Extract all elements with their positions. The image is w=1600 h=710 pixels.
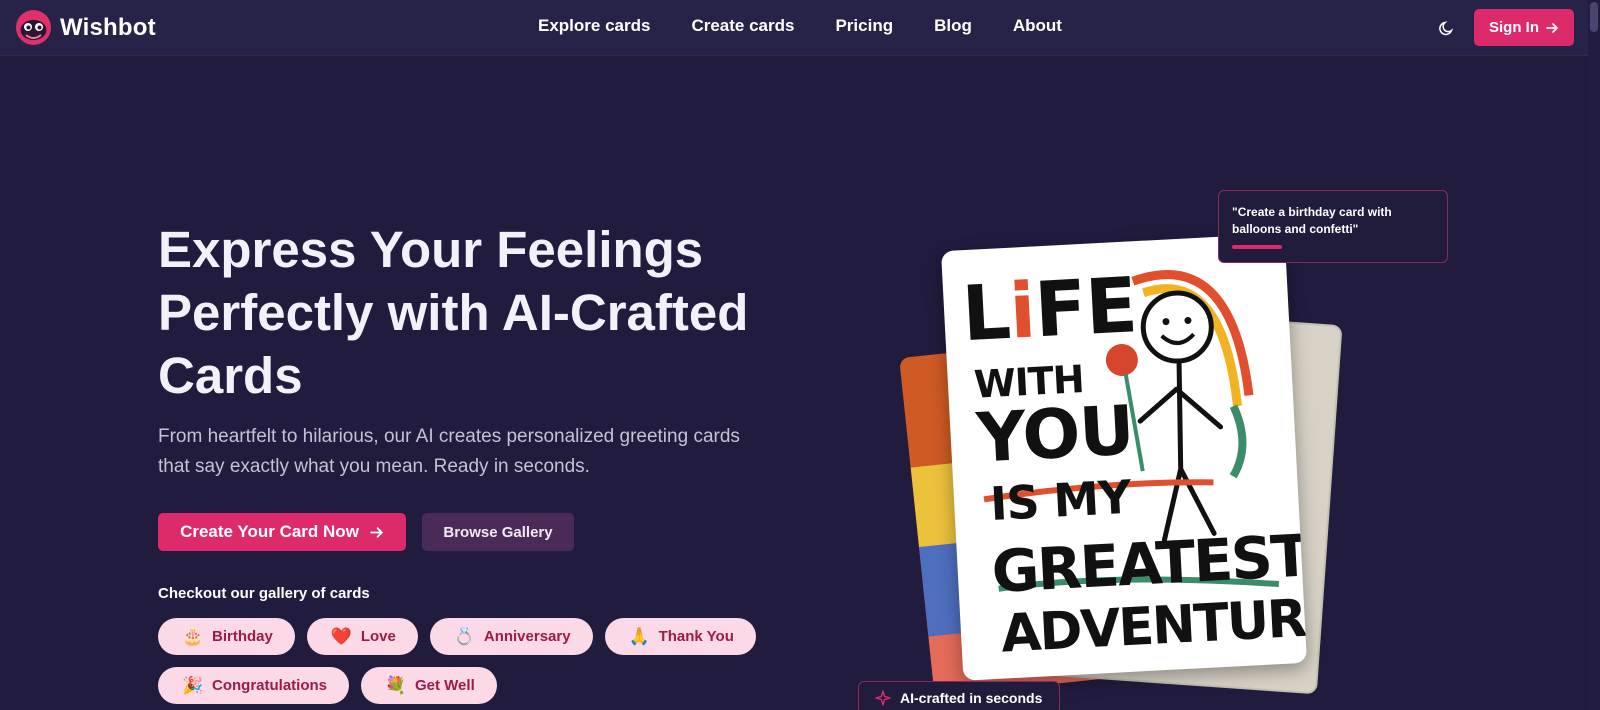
prompt-text: "Create a birthday card with balloons an…: [1232, 205, 1392, 236]
chip-thank-you[interactable]: 🙏 Thank You: [604, 618, 756, 655]
chip-birthday[interactable]: 🎂 Birthday: [158, 618, 295, 655]
moon-icon[interactable]: [1436, 17, 1458, 39]
card-line-greatest: GREATEST: [990, 521, 1308, 607]
sparkle-icon: [875, 690, 891, 706]
arrow-right-icon: [370, 526, 383, 538]
chip-label: Get Well: [415, 677, 475, 694]
chip-love[interactable]: ❤️ Love: [306, 618, 418, 655]
bouquet-icon: 💐: [385, 675, 407, 695]
wishbot-mascot-icon: [16, 10, 51, 45]
prompt-bubble: "Create a birthday card with balloons an…: [1218, 190, 1448, 263]
heart-icon: ❤️: [330, 626, 353, 646]
chip-label: Love: [360, 628, 396, 645]
card-line-is-my: IS MY: [988, 469, 1132, 532]
nav-pricing[interactable]: Pricing: [835, 16, 893, 36]
chip-get-well[interactable]: 💐 Get Well: [361, 667, 497, 704]
party-popper-icon: 🎉: [182, 675, 204, 695]
featured-card-image: LiFE WITH YOU IS MY GREATEST ADVENTURE.: [940, 233, 1308, 681]
card-line-life: LiFE: [959, 260, 1139, 359]
category-chips: 🎂 Birthday ❤️ Love 💍 Anniversary 🙏 Thank…: [158, 618, 778, 704]
nav-explore-cards[interactable]: Explore cards: [538, 16, 650, 36]
chip-congratulations[interactable]: 🎉 Congratulations: [158, 667, 349, 704]
card-line-you: YOU: [974, 391, 1136, 479]
brand-name: Wishbot: [60, 13, 156, 41]
gallery-label: Checkout our gallery of cards: [158, 585, 370, 602]
praying-hands-icon: 🙏: [628, 626, 650, 646]
create-card-label: Create Your Card Now: [180, 522, 359, 541]
arrow-right-icon: [1546, 22, 1558, 33]
create-card-button[interactable]: Create Your Card Now: [158, 513, 406, 551]
browse-gallery-button[interactable]: Browse Gallery: [422, 513, 574, 551]
hero-title: Express Your Feelings Perfectly with AI-…: [158, 221, 749, 404]
nav-about[interactable]: About: [1013, 16, 1062, 36]
badge-label: AI-crafted in seconds: [900, 690, 1043, 706]
nav-blog[interactable]: Blog: [934, 16, 972, 36]
cake-icon: 🎂: [182, 626, 204, 646]
page-scrollbar[interactable]: [1588, 0, 1600, 710]
prompt-progress-bar: [1232, 245, 1282, 249]
nav-create-cards[interactable]: Create cards: [691, 16, 794, 36]
hero-subtitle: From heartfelt to hilarious, our AI crea…: [158, 426, 740, 477]
main-nav: Explore cards Create cards Pricing Blog …: [538, 16, 1062, 36]
top-navbar: Wishbot Explore cards Create cards Prici…: [0, 0, 1600, 56]
chip-label: Anniversary: [483, 628, 571, 645]
brand-home-link[interactable]: Wishbot: [16, 10, 156, 45]
ring-icon: 💍: [453, 626, 476, 646]
ai-crafted-badge: AI-crafted in seconds: [858, 681, 1060, 710]
chip-label: Birthday: [212, 628, 273, 645]
chip-label: Thank You: [658, 628, 734, 645]
scrollbar-thumb[interactable]: [1590, 2, 1598, 32]
sign-in-button[interactable]: Sign In: [1474, 9, 1574, 46]
chip-anniversary[interactable]: 💍 Anniversary: [429, 618, 593, 655]
chip-label: Congratulations: [212, 677, 327, 694]
sign-in-label: Sign In: [1489, 19, 1539, 36]
